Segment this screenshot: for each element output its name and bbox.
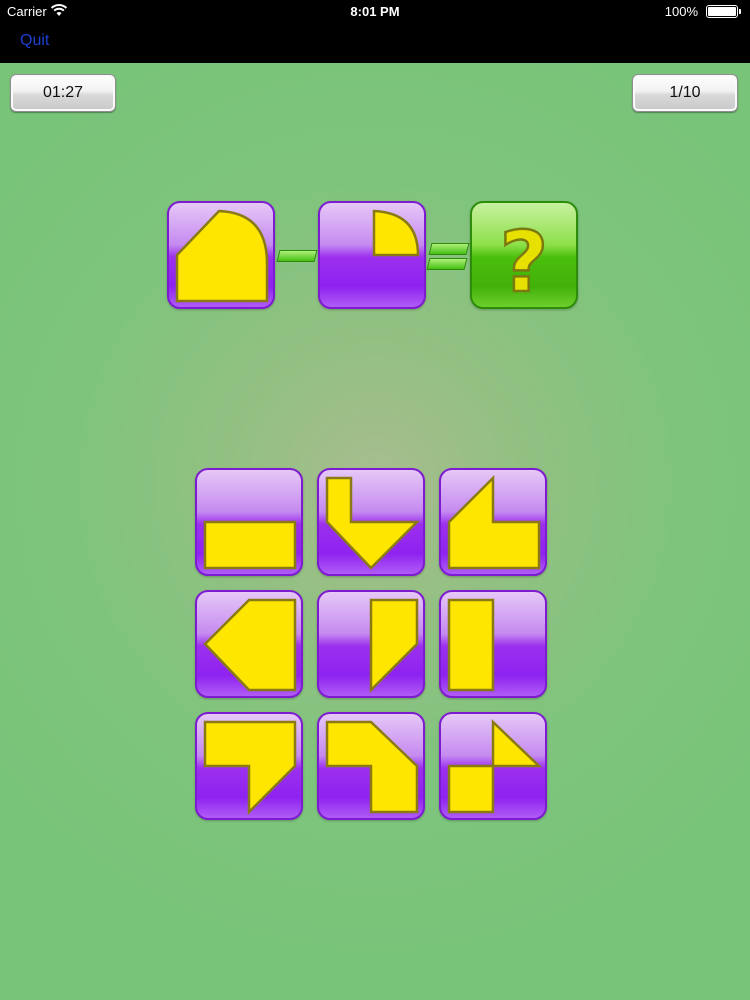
choice-tile-7[interactable] xyxy=(195,712,303,820)
bottom-rectangle-shape-icon xyxy=(203,520,297,570)
game-board: 01:27 1/10 ? xyxy=(0,63,750,1000)
nav-bar: Quit xyxy=(0,22,750,63)
equation-tile-1 xyxy=(167,201,275,309)
arrow-down-shape-icon xyxy=(325,476,421,570)
question-mark-icon: ? xyxy=(498,212,549,307)
pentagon-left-shape-icon xyxy=(203,598,297,692)
slanted-l-shape-icon xyxy=(447,474,541,570)
bent-arrow-shape-icon xyxy=(325,720,419,814)
battery-percent: 100% xyxy=(664,4,698,19)
answer-tile: ? xyxy=(470,201,578,309)
choice-tile-8[interactable] xyxy=(317,712,425,820)
quit-button[interactable]: Quit xyxy=(20,32,49,50)
sliced-bar-shape-icon xyxy=(369,598,419,694)
battery-icon xyxy=(706,5,741,18)
vertical-bar-shape-icon xyxy=(447,598,495,692)
flag-notch-shape-icon xyxy=(203,720,297,816)
choice-tile-3[interactable] xyxy=(439,468,547,576)
house-arc-shape-icon xyxy=(175,209,269,303)
equation-tile-2 xyxy=(318,201,426,309)
choice-tile-4[interactable] xyxy=(195,590,303,698)
choice-tile-5[interactable] xyxy=(317,590,425,698)
choice-tile-9[interactable] xyxy=(439,712,547,820)
choice-tile-1[interactable] xyxy=(195,468,303,576)
quarter-circle-shape-icon xyxy=(372,209,420,257)
choice-tile-6[interactable] xyxy=(439,590,547,698)
question-progress: 1/10 xyxy=(632,74,738,112)
status-bar: Carrier 8:01 PM 100% xyxy=(0,0,750,22)
clock-time: 8:01 PM xyxy=(350,4,400,19)
square-and-triangle-shape-icon xyxy=(447,719,543,814)
choice-tile-2[interactable] xyxy=(317,468,425,576)
svg-text:?: ? xyxy=(500,213,549,307)
timer-display: 01:27 xyxy=(10,74,116,112)
